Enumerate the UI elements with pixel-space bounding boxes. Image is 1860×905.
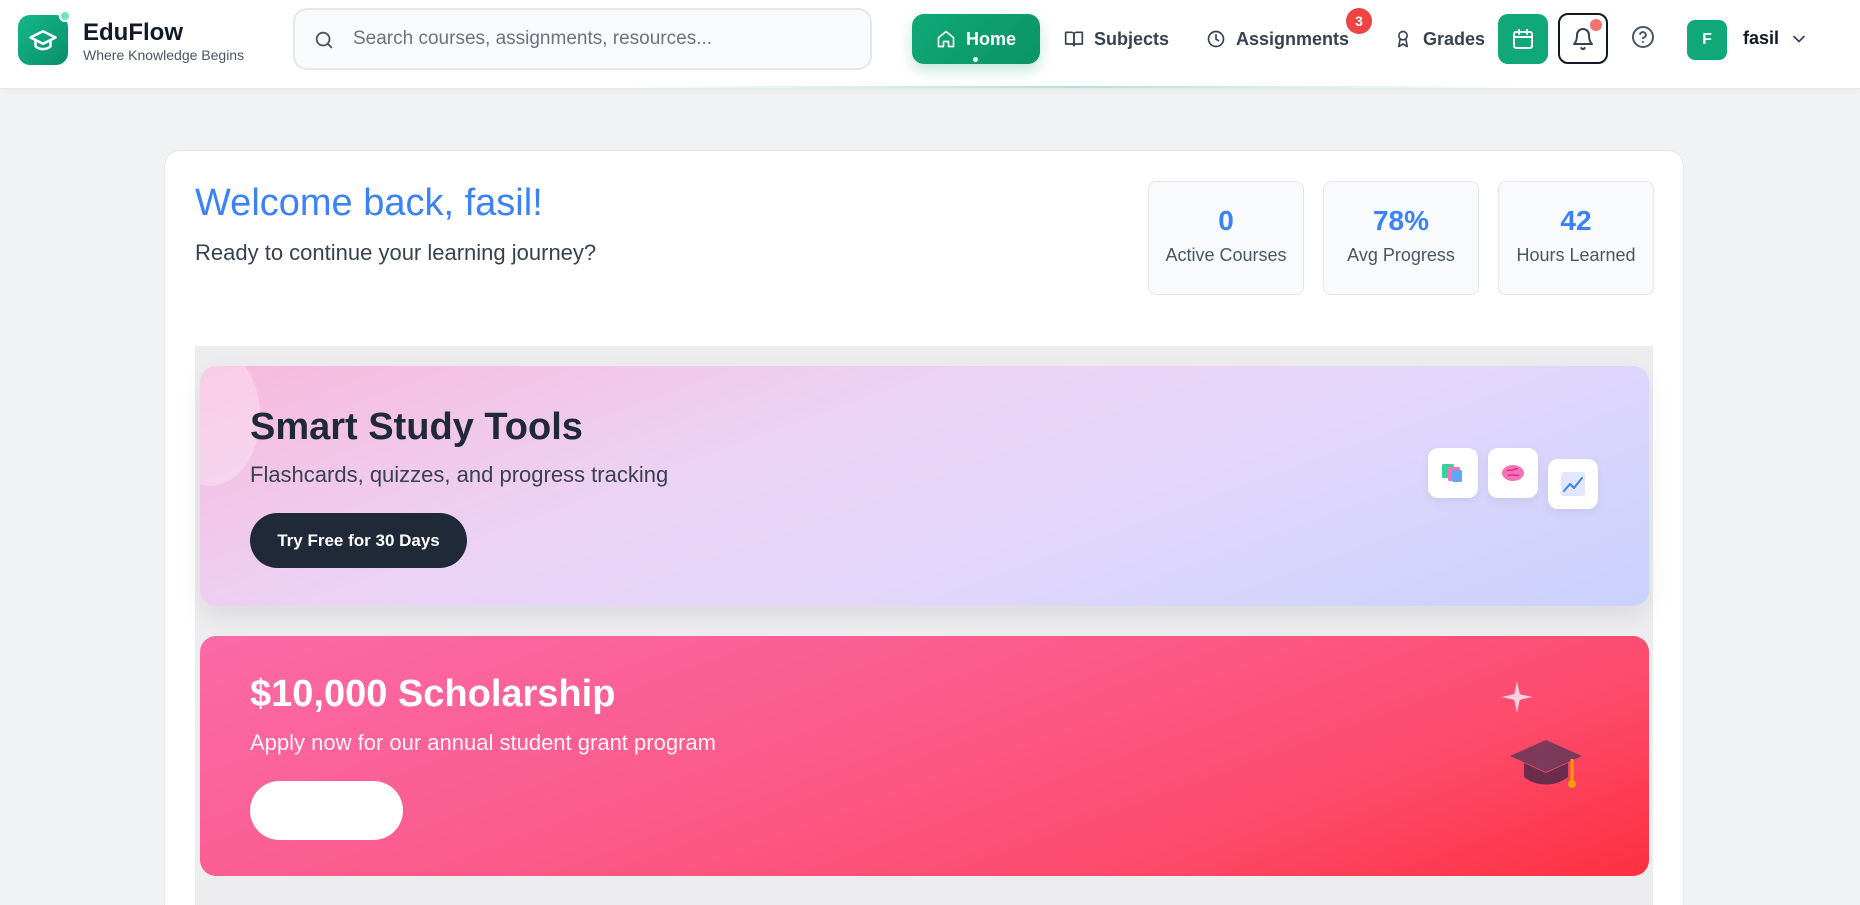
chart-icon [1561, 472, 1585, 496]
promo-title: Smart Study Tools [250, 406, 583, 448]
promo-card-study-tools[interactable]: Smart Study Tools Flashcards, quizzes, a… [200, 366, 1649, 606]
try-free-button[interactable]: Try Free for 30 Days [250, 513, 467, 568]
promo-card-scholarship[interactable]: $10,000 Scholarship Apply now for our an… [200, 636, 1649, 876]
stat-label: Avg Progress [1347, 245, 1455, 265]
promo-subtitle: Apply now for our annual student grant p… [250, 730, 716, 755]
nav-home-label: Home [965, 28, 1016, 49]
stat-avg-progress: 78% Avg Progress [1323, 181, 1479, 295]
calendar-button[interactable] [1498, 14, 1548, 64]
calendar-icon [1513, 29, 1533, 49]
user-name[interactable]: fasil [1743, 28, 1779, 49]
nav-subjects-label: Subjects [1094, 28, 1170, 49]
stat-label: Active Courses [1165, 245, 1287, 265]
nav-home-button[interactable]: Home [912, 14, 1040, 64]
nav-grades[interactable]: Grades [1393, 24, 1485, 54]
active-indicator-dot [973, 57, 978, 62]
graduation-cap-logo-icon [29, 30, 57, 51]
nav-assignments-label: Assignments [1236, 28, 1350, 49]
brain-icon [1502, 465, 1524, 481]
stat-active-courses: 0 Active Courses [1148, 181, 1304, 295]
search-input[interactable] [353, 24, 853, 54]
chevron-down-icon[interactable] [1789, 29, 1809, 49]
welcome-title: Welcome back, fasil! [195, 182, 543, 224]
award-icon [1398, 30, 1408, 48]
stat-value: 42 [1560, 205, 1592, 236]
help-icon [1632, 26, 1654, 48]
stat-hours-learned: 42 Hours Learned [1498, 181, 1654, 295]
help-button[interactable] [1630, 24, 1656, 50]
logo-status-dot [59, 10, 71, 22]
logo[interactable] [18, 15, 68, 65]
brand-tagline: Where Knowledge Begins [83, 47, 245, 63]
chart-tile [1548, 459, 1598, 509]
nav-grades-label: Grades [1423, 28, 1486, 49]
search-icon [315, 31, 333, 49]
apply-button[interactable] [250, 781, 403, 840]
welcome-subtitle: Ready to continue your learning journey? [195, 240, 597, 265]
clock-icon [1207, 30, 1225, 48]
nav-subjects[interactable]: Subjects [1064, 24, 1169, 54]
notification-dot [1590, 19, 1602, 31]
header-accent-line [620, 86, 1520, 88]
flashcards-tile [1428, 448, 1478, 498]
book-icon [1064, 31, 1084, 47]
flashcards-icon [1442, 464, 1462, 482]
stat-label: Hours Learned [1516, 245, 1636, 265]
promo-subtitle: Flashcards, quizzes, and progress tracki… [250, 462, 669, 487]
brand-name: EduFlow [83, 19, 183, 46]
nav-assignments[interactable]: Assignments [1206, 24, 1349, 54]
brain-tile [1488, 448, 1538, 498]
home-icon [937, 30, 955, 48]
stat-value: 78% [1372, 205, 1430, 236]
avatar[interactable]: F [1687, 20, 1727, 60]
sparkle-icon [1501, 681, 1533, 713]
promo-title: $10,000 Scholarship [250, 673, 616, 715]
assignments-count-badge: 3 [1346, 8, 1372, 34]
search-bar[interactable] [293, 8, 872, 70]
bell-icon [1573, 27, 1593, 50]
stat-value: 0 [1218, 205, 1234, 236]
graduation-cap-icon [1510, 740, 1582, 788]
